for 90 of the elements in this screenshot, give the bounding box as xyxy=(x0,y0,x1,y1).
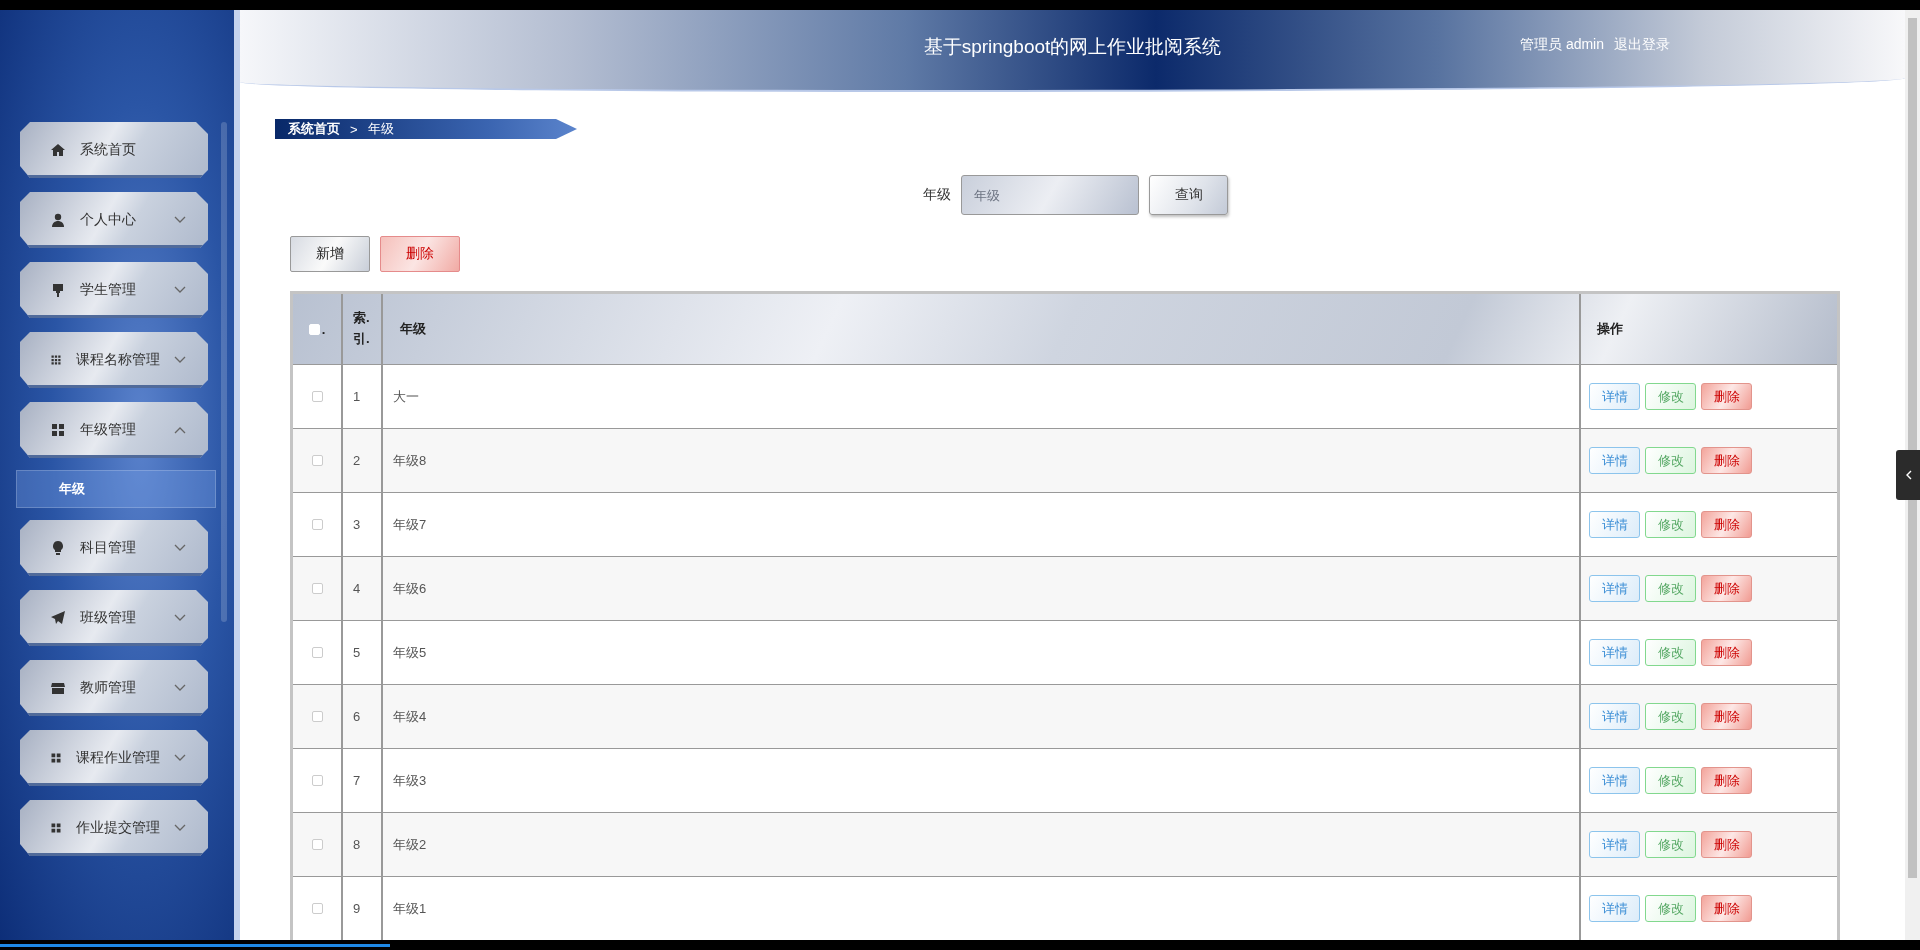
checkbox[interactable] xyxy=(311,775,323,786)
sidebar-item[interactable]: 课程作业管理 xyxy=(20,730,208,786)
table-cell: 7 xyxy=(353,773,361,788)
details-button[interactable]: 详情 xyxy=(1589,447,1640,474)
edit-button[interactable]: 修改 xyxy=(1645,447,1696,474)
chevron-icon xyxy=(1904,470,1912,480)
details-button[interactable]: 详情 xyxy=(1589,895,1640,922)
checkbox[interactable] xyxy=(311,583,323,594)
sidebar-item[interactable]: 系统首页 xyxy=(20,122,208,178)
table-cell: 4 xyxy=(353,581,361,596)
sidebar-item[interactable]: 课程名称管理 xyxy=(20,332,208,388)
scrollbar[interactable] xyxy=(221,122,227,622)
edit-button[interactable]: 修改 xyxy=(1645,383,1696,410)
scrollbar[interactable] xyxy=(1905,10,1920,940)
checkbox[interactable] xyxy=(311,519,323,530)
breadcrumb-item: 年级 xyxy=(367,120,394,138)
table-cell: 年级7 xyxy=(393,515,427,534)
delete-button[interactable]: 删除 xyxy=(380,236,460,272)
sidebar-item[interactable]: 学生管理 xyxy=(20,262,208,318)
details-button[interactable]: 详情 xyxy=(1589,575,1640,602)
sidebar-item[interactable]: 个人中心 xyxy=(20,192,208,248)
checkbox[interactable] xyxy=(311,647,323,658)
search-field[interactable]: 年级 xyxy=(961,175,1139,215)
collapse-tab[interactable] xyxy=(1896,450,1920,500)
delete-button[interactable]: 删除 xyxy=(1701,831,1752,858)
checkbox[interactable] xyxy=(311,391,323,402)
table-cell: 年级5 xyxy=(393,643,427,662)
table-cell: 9 xyxy=(353,901,361,916)
edit-button[interactable]: 修改 xyxy=(1645,767,1696,794)
search-label: 年级 xyxy=(923,186,951,204)
table-cell: 年级2 xyxy=(393,835,427,854)
delete-button[interactable]: 删除 xyxy=(1701,511,1752,538)
delete-button[interactable]: 删除 xyxy=(1701,895,1752,922)
bulb-icon xyxy=(50,540,66,556)
edit-button[interactable]: 修改 xyxy=(1645,895,1696,922)
paper-plane-icon xyxy=(50,610,66,626)
table-cell: 年级1 xyxy=(393,899,427,918)
sidebar-item[interactable]: 年级管理 xyxy=(20,402,208,458)
brush-icon xyxy=(50,282,66,298)
delete-button[interactable]: 删除 xyxy=(1701,703,1752,730)
column-header: 年级 xyxy=(400,320,426,338)
app-title: 基于springboot的网上作业批阅系统 xyxy=(923,36,1222,57)
user-label: 管理员 admin xyxy=(1520,36,1605,54)
delete-button[interactable]: 删除 xyxy=(1701,575,1752,602)
sidebar-item[interactable]: 科目管理 xyxy=(20,520,208,576)
table-cell: 大一 xyxy=(393,387,419,406)
checkbox[interactable] xyxy=(311,711,323,722)
edit-button[interactable]: 修改 xyxy=(1645,575,1696,602)
details-button[interactable]: 详情 xyxy=(1589,511,1640,538)
table-cell: 年级3 xyxy=(393,771,427,790)
home-icon xyxy=(50,142,66,158)
store-icon xyxy=(50,680,66,696)
submenu-item[interactable]: 年级 xyxy=(16,470,216,508)
details-button[interactable]: 详情 xyxy=(1589,831,1640,858)
details-button[interactable]: 详情 xyxy=(1589,383,1640,410)
edit-button[interactable]: 修改 xyxy=(1645,703,1696,730)
table-cell: 年级6 xyxy=(393,579,427,598)
table-cell: 8 xyxy=(353,837,361,852)
add-button[interactable]: 新增 xyxy=(290,236,370,272)
sidebar-item[interactable]: 班级管理 xyxy=(20,590,208,646)
details-button[interactable]: 详情 xyxy=(1589,703,1640,730)
edit-button[interactable]: 修改 xyxy=(1645,639,1696,666)
table-cell: 2 xyxy=(353,453,361,468)
delete-button[interactable]: 删除 xyxy=(1701,383,1752,410)
column-header: 索. 引. xyxy=(353,309,370,348)
sidebar-item[interactable]: 教师管理 xyxy=(20,660,208,716)
table-cell: 5 xyxy=(353,645,361,660)
user-icon xyxy=(50,212,66,228)
table-cell: 1 xyxy=(353,389,361,404)
checkbox[interactable] xyxy=(311,455,323,466)
details-button[interactable]: 详情 xyxy=(1589,767,1640,794)
search-button[interactable]: 查询 xyxy=(1149,175,1228,215)
details-button[interactable]: 详情 xyxy=(1589,639,1640,666)
table-cell: 6 xyxy=(353,709,361,724)
checkbox[interactable] xyxy=(311,839,323,850)
column-header: . xyxy=(321,321,326,337)
table-cell: 年级8 xyxy=(393,451,427,470)
edit-button[interactable]: 修改 xyxy=(1645,511,1696,538)
grid-icon xyxy=(50,422,66,438)
breadcrumb-item[interactable]: 系统首页 xyxy=(288,120,340,138)
breadcrumb-separator: > xyxy=(350,121,358,137)
sidebar-item[interactable]: 作业提交管理 xyxy=(20,800,208,856)
table-cell: 3 xyxy=(353,517,361,532)
column-header: 操作 xyxy=(1597,320,1623,338)
delete-button[interactable]: 删除 xyxy=(1701,767,1752,794)
delete-button[interactable]: 删除 xyxy=(1701,447,1752,474)
table-cell: 年级4 xyxy=(393,707,427,726)
edit-button[interactable]: 修改 xyxy=(1645,831,1696,858)
delete-button[interactable]: 删除 xyxy=(1701,639,1752,666)
checkbox[interactable] xyxy=(311,903,323,914)
